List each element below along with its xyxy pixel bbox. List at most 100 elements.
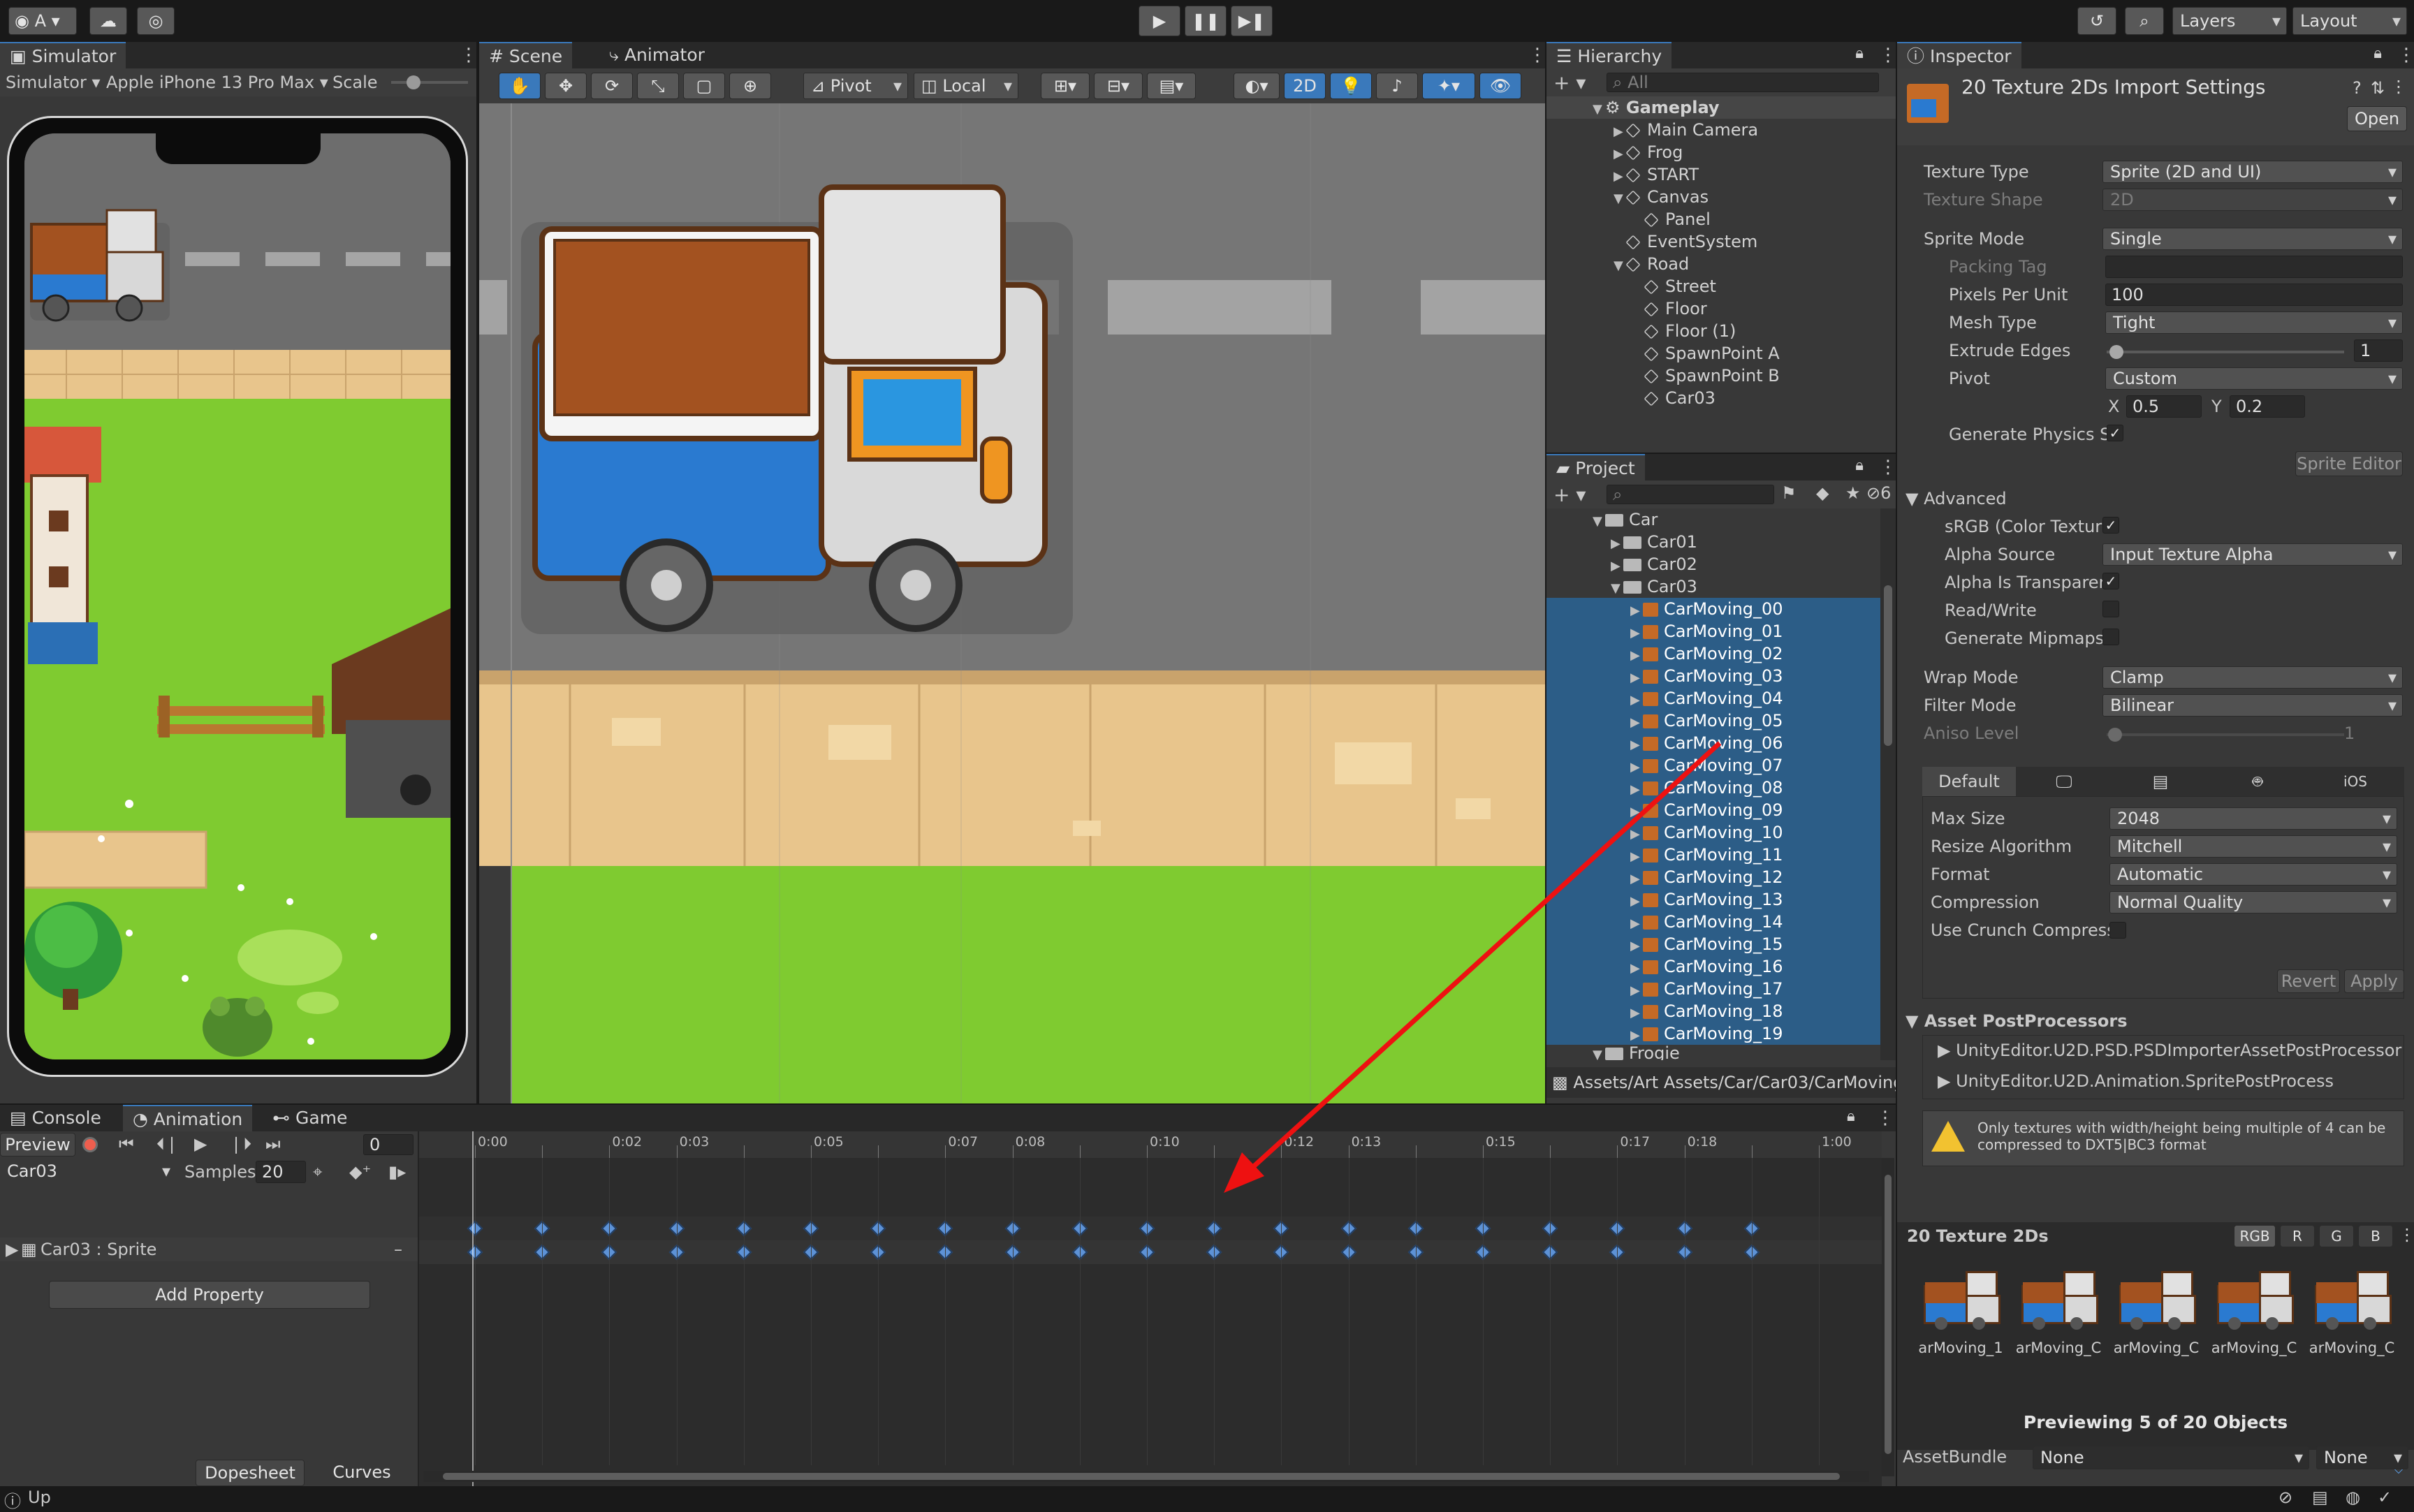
packing-tag-input[interactable] [2105, 256, 2403, 278]
folder-item[interactable]: ▼ Car03 [1611, 575, 1697, 598]
settings-check-icon[interactable]: ✓ [2378, 1488, 2392, 1507]
texture-thumbnail[interactable] [1922, 1264, 2000, 1331]
project-menu-icon[interactable] [1879, 457, 1886, 478]
cache-icon[interactable]: ▤ [2312, 1488, 2328, 1507]
postprocessors-foldout[interactable]: ▼ Asset PostProcessors [1905, 1011, 2128, 1031]
preview-menu-icon[interactable]: ⋮ [2399, 1225, 2414, 1245]
hierarchy-item[interactable]: ▶ Main Camera [1614, 119, 1758, 141]
property-remove-icon[interactable]: – [394, 1238, 402, 1261]
hierarchy-item[interactable]: ▼ Road [1614, 253, 1689, 275]
timeline-hscrollbar[interactable] [423, 1471, 1869, 1482]
asset-item[interactable]: ▶ CarMoving_16 [1630, 955, 1783, 978]
generate-physics-checkbox[interactable]: ✓ [2107, 425, 2123, 441]
ruler-button[interactable]: ▤▾ [1147, 73, 1196, 99]
preset-icon[interactable]: ⇅ [2371, 78, 2385, 98]
rect-tool-button[interactable]: ▢ [683, 73, 725, 99]
apply-button[interactable]: Apply [2344, 969, 2404, 993]
record-button[interactable] [82, 1137, 98, 1152]
inspector-menu-icon[interactable] [2397, 45, 2404, 66]
lighting-button[interactable]: 💡 [1330, 73, 1372, 99]
asset-item[interactable]: ▶ CarMoving_09 [1630, 799, 1783, 821]
tab-project[interactable]: ▰ Project [1546, 454, 1645, 480]
tab-platform-server[interactable]: ▤ [2112, 767, 2209, 796]
move-tool-button[interactable]: ✥ [545, 73, 587, 99]
hierarchy-item[interactable]: Panel [1644, 208, 1711, 230]
channel-b-button[interactable]: B [2358, 1225, 2393, 1247]
hierarchy-item[interactable]: ▶ START [1614, 163, 1699, 186]
asset-item[interactable]: ▶ CarMoving_05 [1630, 710, 1783, 732]
wrap-mode-dropdown[interactable]: Clamp [2102, 666, 2403, 689]
hierarchy-item[interactable]: SpawnPoint A [1644, 342, 1780, 365]
asset-item[interactable]: ▶ CarMoving_11 [1630, 844, 1783, 866]
scale-tool-button[interactable]: ⤡ [637, 73, 679, 99]
create-dropdown[interactable]: + ▾ [1553, 483, 1586, 506]
timeline-hscrollbar-thumb[interactable] [443, 1473, 1840, 1480]
tab-platform-ios[interactable]: iOS [2306, 767, 2404, 796]
tab-hierarchy[interactable]: ☰ Hierarchy [1546, 42, 1672, 68]
crunch-checkbox[interactable] [2109, 922, 2126, 939]
channel-r-button[interactable]: R [2280, 1225, 2315, 1247]
search-by-type-icon[interactable]: ⚑ [1781, 483, 1797, 503]
layers-dropdown[interactable]: Layers [2172, 7, 2287, 35]
favorite-icon[interactable]: ★ [1845, 483, 1861, 503]
channel-rgb-button[interactable]: RGB [2234, 1225, 2276, 1247]
curves-tab[interactable]: Curves [307, 1460, 416, 1486]
pause-button[interactable]: ❚❚ [1185, 6, 1227, 36]
rotate-tool-button[interactable]: ⟳ [591, 73, 633, 99]
history-button[interactable]: ↺ [2077, 7, 2116, 35]
open-button[interactable]: Open [2347, 106, 2407, 131]
assetbundle-dropdown[interactable]: None [2033, 1446, 2309, 1469]
asset-item[interactable]: ▶ CarMoving_06 [1630, 732, 1783, 754]
hierarchy-item[interactable]: EventSystem [1625, 230, 1757, 253]
lock-icon[interactable]: 🔒︎ [2373, 45, 2382, 62]
anim-play-button[interactable]: ▶ [194, 1134, 207, 1154]
texture-thumbnail[interactable] [2020, 1264, 2098, 1331]
play-button[interactable]: ▶ [1139, 6, 1180, 36]
sprite-mode-dropdown[interactable]: Single [2102, 228, 2403, 250]
asset-item[interactable]: ▶ CarMoving_07 [1630, 754, 1783, 777]
hierarchy-search-input[interactable]: ⌕ All [1607, 73, 1879, 92]
asset-item[interactable]: ▶ CarMoving_12 [1630, 866, 1783, 888]
pivot-y-input[interactable]: 0.2 [2230, 395, 2305, 418]
search-by-label-icon[interactable]: ◆ [1816, 483, 1829, 503]
add-property-button[interactable]: Add Property [49, 1281, 370, 1309]
extrude-input[interactable]: 1 [2354, 339, 2403, 362]
scale-slider[interactable] [391, 75, 468, 89]
time-ruler[interactable]: 0:00 0:02 0:03 0:05 0:07 0:08 0:10 0:12 0:13 0:15… [419, 1131, 1882, 1158]
compression-dropdown[interactable]: Normal Quality [2109, 891, 2397, 913]
asset-item[interactable]: ▶ CarMoving_15 [1630, 933, 1783, 955]
animation-menu-icon[interactable] [1876, 1108, 1883, 1129]
max-size-dropdown[interactable]: 2048 [2109, 807, 2397, 830]
playhead[interactable] [472, 1131, 474, 1486]
postprocessor-item[interactable]: ▶ UnityEditor.U2D.PSD.PSDImporterAssetPo… [1938, 1041, 2401, 1060]
project-scrollbar[interactable] [1880, 508, 1896, 1060]
asset-item[interactable]: ▶ CarMoving_10 [1630, 821, 1783, 844]
postprocessor-item[interactable]: ▶ UnityEditor.U2D.Animation.SpritePostPr… [1938, 1071, 2334, 1091]
extrude-slider[interactable] [2107, 345, 2344, 359]
first-key-button[interactable]: ⏮ [119, 1134, 134, 1154]
tab-scene[interactable]: # Scene [479, 42, 573, 68]
texture-thumbnail[interactable] [2216, 1264, 2294, 1331]
hierarchy-item[interactable]: Floor [1644, 298, 1707, 320]
channel-g-button[interactable]: G [2319, 1225, 2354, 1247]
resize-dropdown[interactable]: Mitchell [2109, 835, 2397, 858]
mipmaps-checkbox[interactable] [2102, 629, 2119, 645]
alpha-source-dropdown[interactable]: Input Texture Alpha [2102, 543, 2403, 566]
clip-dropdown[interactable]: Car03 [0, 1161, 176, 1183]
transform-tool-button[interactable]: ⊕ [729, 73, 771, 99]
hierarchy-item[interactable]: ▼ Canvas [1614, 186, 1709, 208]
scene-viewport[interactable] [479, 103, 1545, 1103]
hierarchy-item[interactable]: Car03 [1644, 387, 1716, 409]
search-button[interactable]: ⌕ [2125, 7, 2164, 35]
revert-button[interactable]: Revert [2277, 969, 2340, 993]
lock-icon[interactable]: 🔒︎ [1855, 457, 1864, 474]
add-keyframe-button[interactable]: ◆⁺ [349, 1162, 371, 1182]
folder-item[interactable]: ▶ Car01 [1611, 531, 1697, 553]
tab-animator[interactable]: ⤷ Animator [599, 42, 715, 68]
prev-key-button[interactable]: ⏴❘ [156, 1134, 179, 1154]
grid-snap-button[interactable]: ⊞▾ [1041, 73, 1090, 99]
texture-thumbnail[interactable] [2118, 1264, 2196, 1331]
srgb-checkbox[interactable]: ✓ [2102, 517, 2119, 534]
mesh-type-dropdown[interactable]: Tight [2105, 311, 2403, 334]
tab-platform-default[interactable]: Default [1922, 767, 2016, 796]
